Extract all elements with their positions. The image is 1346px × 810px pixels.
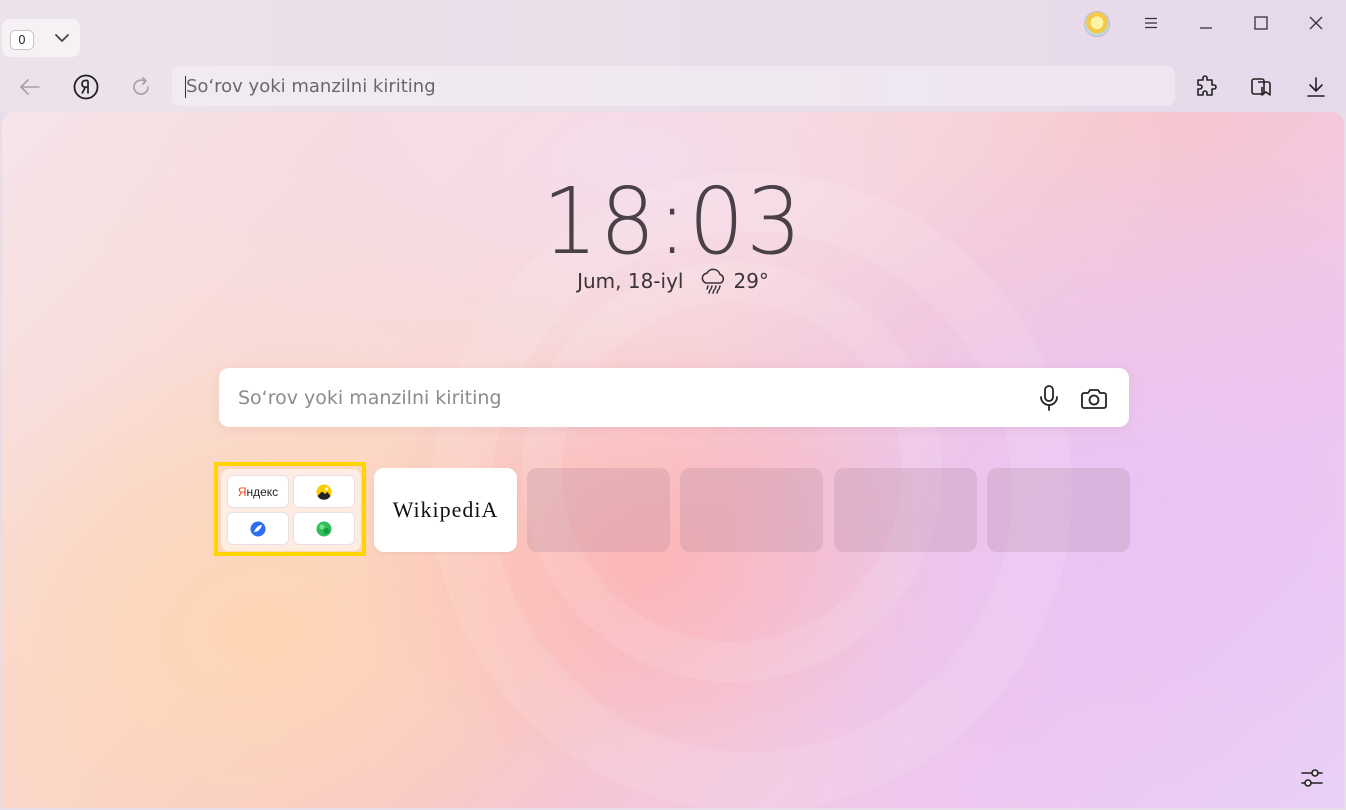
sliders-icon[interactable] [1298, 764, 1326, 792]
speed-dial-tile-empty[interactable] [834, 468, 977, 552]
speed-dial-tile-empty[interactable] [987, 468, 1130, 552]
clock-date: Jum, 18-iyl [577, 269, 684, 293]
search-box[interactable] [219, 368, 1129, 427]
menu-icon[interactable] [1134, 8, 1168, 38]
yandex-wordmark: Яндекс [237, 484, 279, 499]
weather-temperature: 29° [733, 269, 769, 293]
search-input[interactable] [238, 368, 1018, 427]
rain-cloud-icon [702, 268, 725, 294]
green-blob-icon [316, 521, 332, 536]
address-bar[interactable] [172, 66, 1175, 106]
close-icon[interactable] [1299, 8, 1333, 38]
speed-dial-tile-wikipedia[interactable]: WikipediA [374, 468, 517, 552]
download-icon[interactable] [1299, 70, 1333, 104]
arrow-left-icon[interactable] [13, 70, 47, 104]
maximize-icon[interactable] [1244, 8, 1278, 38]
browser-toolbar: 0 [0, 0, 1346, 112]
puzzle-icon[interactable] [1189, 70, 1223, 104]
tab-counter[interactable]: 0 [10, 30, 34, 50]
weather-widget[interactable]: 29° [699, 268, 769, 294]
speed-dial-tile-empty[interactable] [680, 468, 823, 552]
speed-dial-tile-empty[interactable] [527, 468, 670, 552]
bookmark-cards-icon[interactable] [1244, 70, 1278, 104]
speed-dial-group-tile[interactable]: Яндекс [214, 462, 366, 556]
profile-avatar[interactable] [1084, 11, 1110, 37]
chevron-down-icon[interactable] [48, 27, 76, 49]
address-input[interactable] [186, 66, 1156, 106]
date-weather-line: Jum, 18-iyl 29° [2, 268, 1344, 294]
speed-dial-group-inner: Яндекс [221, 469, 361, 551]
wikipedia-wordmark: WikipediA [392, 497, 499, 522]
minimize-icon[interactable] [1189, 8, 1223, 38]
reload-icon[interactable] [124, 70, 158, 104]
mini-tile-gallery[interactable] [293, 475, 355, 508]
blue-circle-icon [250, 521, 266, 536]
yandex-logo-icon[interactable] [69, 70, 103, 104]
speed-dial: Яндекс WikipediA [214, 462, 1134, 562]
new-tab-page: 18:03 Jum, 18-iyl 29° Яндекс [2, 112, 1344, 808]
mini-tile-browser[interactable] [227, 512, 289, 545]
image-gallery-icon [316, 484, 332, 500]
mini-tile-green[interactable] [293, 512, 355, 545]
microphone-icon[interactable] [1033, 382, 1065, 414]
clock-time: 18:03 [542, 168, 804, 275]
mini-tile-yandex[interactable]: Яндекс [227, 475, 289, 508]
camera-search-icon[interactable] [1078, 382, 1110, 414]
tab-switcher[interactable]: 0 [2, 19, 80, 57]
